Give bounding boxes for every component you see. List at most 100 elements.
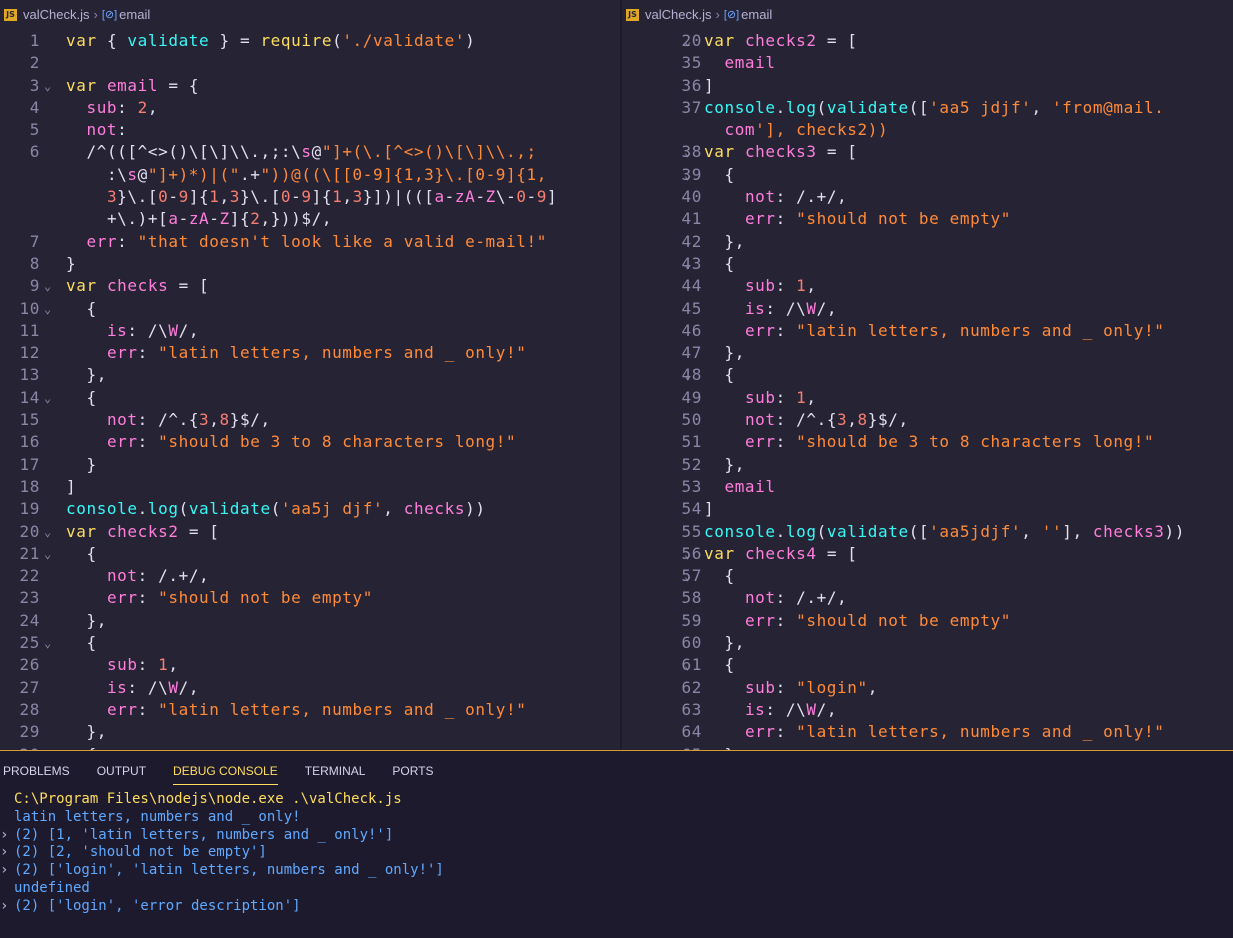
code-text[interactable]: sub: 1,: [66, 654, 179, 676]
code-text[interactable]: ]: [704, 498, 714, 520]
code-text[interactable]: },: [704, 342, 745, 364]
code-text[interactable]: is: /\W/,: [704, 298, 837, 320]
code-line[interactable]: 62 sub: "login",: [622, 677, 1233, 699]
breadcrumb-symbol[interactable]: email: [119, 0, 150, 30]
code-text[interactable]: 3}\.[0-9]{1,3}\.[0-9]{1,3}])|(([a-zA-Z\-…: [66, 186, 557, 208]
code-text[interactable]: {: [66, 298, 97, 320]
debug-console-output[interactable]: C:\Program Files\nodejs\node.exe .\valCh…: [0, 791, 1233, 916]
code-text[interactable]: err: "should not be empty": [66, 587, 373, 609]
code-text[interactable]: com'], checks2)): [704, 119, 888, 141]
code-text[interactable]: err: "latin letters, numbers and _ only!…: [66, 699, 527, 721]
code-line[interactable]: 35 email: [622, 52, 1233, 74]
code-line[interactable]: 4 sub: 2,: [0, 97, 620, 119]
code-line[interactable]: com'], checks2)): [622, 119, 1233, 141]
code-line[interactable]: 50 not: /^.{3,8}$/,: [622, 409, 1233, 431]
code-text[interactable]: err: "should be 3 to 8 characters long!": [704, 431, 1154, 453]
code-text[interactable]: is: /\W/,: [66, 320, 199, 342]
code-line[interactable]: 55 console.log(validate(['aa5jdjf', ''], …: [622, 521, 1233, 543]
chevron-down-icon[interactable]: ⌄: [684, 30, 700, 52]
code-text[interactable]: sub: "login",: [704, 677, 878, 699]
chevron-down-icon[interactable]: ⌄: [684, 565, 700, 587]
code-line[interactable]: 2: [0, 52, 620, 74]
code-text[interactable]: err: "should be 3 to 8 characters long!": [66, 431, 516, 453]
code-line[interactable]: 3 ⌄ var email = {: [0, 75, 620, 97]
code-line[interactable]: 25 ⌄ {: [0, 632, 620, 654]
chevron-down-icon[interactable]: ⌄: [44, 521, 60, 543]
chevron-down-icon[interactable]: ⌄: [684, 164, 700, 186]
code-text[interactable]: var email = {: [66, 75, 199, 97]
chevron-right-icon[interactable]: ›: [0, 898, 8, 916]
code-line[interactable]: 20 ⌄ var checks2 = [: [622, 30, 1233, 52]
code-text[interactable]: sub: 2,: [66, 97, 158, 119]
code-line[interactable]: 6 /^(([^<>()\[\]\\.,;:\s@"]+(\.[^<>()\[\…: [0, 141, 620, 163]
code-line[interactable]: 63 is: /\W/,: [622, 699, 1233, 721]
code-text[interactable]: {: [704, 654, 735, 676]
code-text[interactable]: console.log(validate(['aa5 jdjf', 'from@…: [704, 97, 1165, 119]
code-line[interactable]: 58 not: /.+/,: [622, 587, 1233, 609]
code-line[interactable]: 24 },: [0, 610, 620, 632]
code-line[interactable]: 61 ⌄ {: [622, 654, 1233, 676]
code-line[interactable]: 45 is: /\W/,: [622, 298, 1233, 320]
tab-problems[interactable]: PROBLEMS: [3, 758, 70, 784]
code-text[interactable]: email: [704, 52, 776, 74]
code-text[interactable]: err: "should not be empty": [704, 208, 1011, 230]
chevron-right-icon[interactable]: ›: [0, 827, 8, 845]
code-line[interactable]: 38 ⌄ var checks3 = [: [622, 141, 1233, 163]
chevron-down-icon[interactable]: ⌄: [684, 141, 700, 163]
code-line[interactable]: 19 console.log(validate('aa5j djf', check…: [0, 498, 620, 520]
code-text[interactable]: sub: 1,: [704, 275, 817, 297]
code-line[interactable]: 53 email: [622, 476, 1233, 498]
code-text[interactable]: var checks2 = [: [704, 30, 858, 52]
code-line[interactable]: 18]: [0, 476, 620, 498]
code-line[interactable]: 49 sub: 1,: [622, 387, 1233, 409]
code-text[interactable]: is: /\W/,: [704, 699, 837, 721]
chevron-down-icon[interactable]: ⌄: [684, 654, 700, 676]
code-line[interactable]: 14 ⌄ {: [0, 387, 620, 409]
code-text[interactable]: {: [66, 543, 97, 565]
code-line[interactable]: 47 },: [622, 342, 1233, 364]
console-line[interactable]: › (2) ['login', 'latin letters, numbers a…: [0, 862, 1233, 880]
code-line[interactable]: 13 },: [0, 364, 620, 386]
chevron-right-icon[interactable]: ›: [0, 844, 8, 862]
code-text[interactable]: email: [704, 476, 776, 498]
code-area[interactable]: 1 var { validate } = require('./validate'…: [0, 30, 620, 750]
code-line[interactable]: 12 err: "latin letters, numbers and _ on…: [0, 342, 620, 364]
code-line[interactable]: 5 not:: [0, 119, 620, 141]
code-line[interactable]: 22 not: /.+/,: [0, 565, 620, 587]
code-line[interactable]: 3}\.[0-9]{1,3}\.[0-9]{1,3}])|(([a-zA-Z\-…: [0, 186, 620, 208]
code-text[interactable]: var checks3 = [: [704, 141, 858, 163]
code-text[interactable]: not:: [66, 119, 127, 141]
code-text[interactable]: {: [704, 364, 735, 386]
code-text[interactable]: },: [66, 610, 107, 632]
code-text[interactable]: not: /^.{3,8}$/,: [704, 409, 909, 431]
code-line[interactable]: 37 console.log(validate(['aa5 jdjf', 'fro…: [622, 97, 1233, 119]
code-area[interactable]: 20 ⌄ var checks2 = [35 email 36] 37 console.l…: [622, 30, 1233, 750]
chevron-down-icon[interactable]: ⌄: [44, 298, 60, 320]
code-line[interactable]: 27 is: /\W/,: [0, 677, 620, 699]
code-text[interactable]: not: /.+/,: [704, 186, 847, 208]
code-text[interactable]: :\s@"]+)*)|(".+"))@((\[[0-9]{1,3}\.[0-9]…: [66, 164, 547, 186]
code-text[interactable]: },: [66, 364, 107, 386]
code-line[interactable]: 64 err: "latin letters, numbers and _ on…: [622, 721, 1233, 743]
code-text[interactable]: {: [66, 632, 97, 654]
code-line[interactable]: 17 }: [0, 454, 620, 476]
code-text[interactable]: }: [66, 454, 97, 476]
breadcrumb-symbol[interactable]: email: [741, 0, 772, 30]
code-line[interactable]: 44 sub: 1,: [622, 275, 1233, 297]
code-text[interactable]: var checks2 = [: [66, 521, 220, 543]
code-text[interactable]: {: [704, 164, 735, 186]
code-text[interactable]: {: [704, 565, 735, 587]
code-line[interactable]: 23 err: "should not be empty": [0, 587, 620, 609]
code-line[interactable]: 57 ⌄ {: [622, 565, 1233, 587]
code-line[interactable]: 40 not: /.+/,: [622, 186, 1233, 208]
code-text[interactable]: ]: [66, 476, 76, 498]
tab-debug-console[interactable]: DEBUG CONSOLE: [173, 758, 278, 785]
code-line[interactable]: 42 },: [622, 231, 1233, 253]
tab-ports[interactable]: PORTS: [392, 758, 433, 784]
code-line[interactable]: 39 ⌄ {: [622, 164, 1233, 186]
code-text[interactable]: err: "should not be empty": [704, 610, 1011, 632]
code-text[interactable]: is: /\W/,: [66, 677, 199, 699]
code-text[interactable]: var checks = [: [66, 275, 209, 297]
right-editor-pane[interactable]: JS valCheck.js › [⊘] email 20 ⌄ var checks…: [622, 0, 1233, 750]
code-line[interactable]: 46 err: "latin letters, numbers and _ on…: [622, 320, 1233, 342]
